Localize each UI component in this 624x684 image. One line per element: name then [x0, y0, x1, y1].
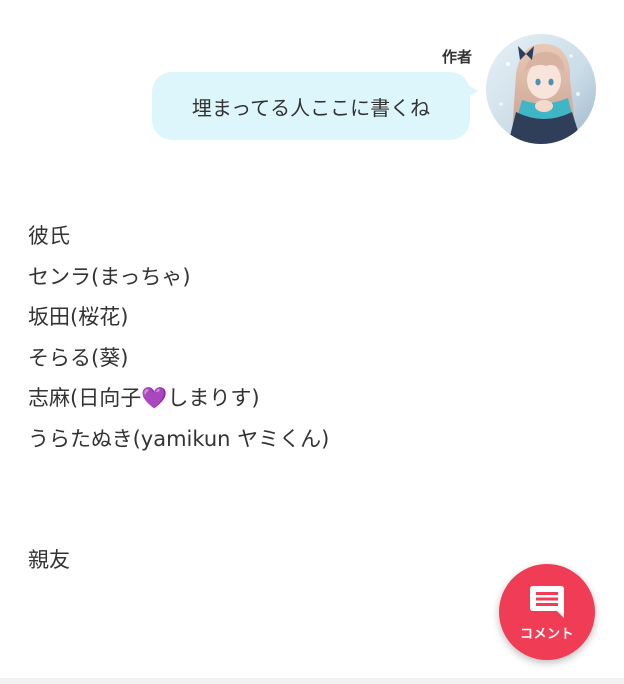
- body-line: そらる(葵): [28, 345, 129, 370]
- anime-girl-avatar-icon: [486, 34, 596, 144]
- body-line: 彼氏: [28, 224, 70, 248]
- author-message: 埋まってる人ここに書くね: [191, 95, 431, 120]
- body-line: 坂田(桜花): [28, 305, 129, 329]
- chapter-page: 作者 埋まってる人ここに書くね 彼氏 センラ(まっちゃ) 坂田(桜花) そらる(…: [0, 0, 624, 684]
- comment-icon: [530, 585, 564, 618]
- author-label: 作者: [441, 48, 472, 66]
- speech-bubble-tail: [466, 84, 478, 98]
- chapter-body: 彼氏 センラ(まっちゃ) 坂田(桜花) そらる(葵) 志麻(日向子💜しまりす) …: [28, 216, 596, 581]
- comment-button[interactable]: コメント: [499, 564, 595, 660]
- body-line: センラ(まっちゃ): [28, 264, 191, 289]
- author-avatar[interactable]: [486, 34, 596, 144]
- body-line: 志麻(日向子💜しまりす): [28, 386, 260, 410]
- author-speech-bubble: 埋まってる人ここに書くね: [152, 72, 470, 140]
- comment-button-label: コメント: [519, 626, 574, 642]
- body-line: 親友: [28, 548, 70, 572]
- body-line: うらたぬき(yamikun ヤミくん): [28, 426, 330, 451]
- bottom-divider: [0, 678, 624, 684]
